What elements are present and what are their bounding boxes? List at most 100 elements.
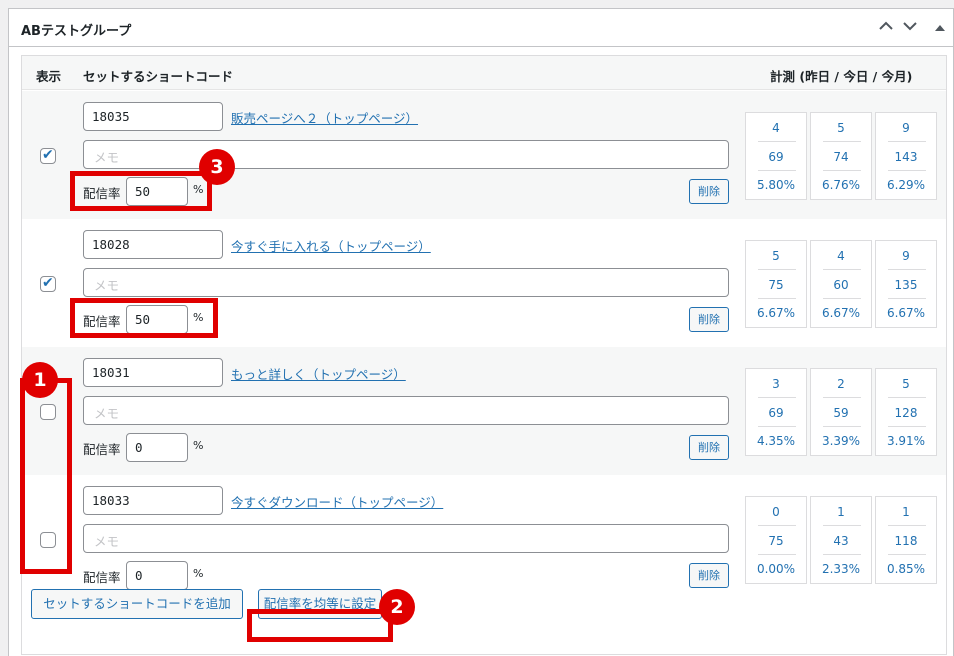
memo-input[interactable]: メモ (83, 268, 729, 297)
stat-month: 4.35% (756, 434, 796, 448)
header-show: 表示 (36, 69, 62, 84)
stat-month: 5.80% (756, 178, 796, 192)
stat-divider (888, 397, 926, 398)
delete-button[interactable]: 削除 (689, 307, 729, 332)
annotation-box-equalize (247, 609, 393, 642)
add-shortcode-button[interactable]: セットするショートコードを追加 (31, 589, 243, 619)
stat-yesterday: 4 (837, 249, 845, 263)
stat-today: 74 (833, 150, 849, 164)
shortcode-link[interactable]: 今すぐダウンロード（トップページ） (231, 492, 443, 511)
stat-divider (758, 141, 796, 142)
shortcode-input[interactable]: 18033 (83, 486, 223, 515)
stat-divider (888, 426, 926, 427)
panel-header: ABテストグループ (9, 9, 953, 47)
rate-label: 配信率 (83, 442, 121, 457)
stat-divider (758, 397, 796, 398)
show-checkbox[interactable]: ✔ (40, 275, 56, 292)
stat-box: 9 135 6.67% (875, 240, 937, 328)
stat-yesterday: 5 (902, 377, 910, 391)
stat-today: 75 (768, 278, 784, 292)
stat-yesterday: 9 (902, 249, 910, 263)
stat-today: 43 (833, 534, 849, 548)
shortcode-link[interactable]: 今すぐ手に入れる（トップページ） (231, 236, 431, 255)
stat-today: 75 (768, 534, 784, 548)
shortcode-input[interactable]: 18031 (83, 358, 223, 387)
stat-box: 3 69 4.35% (745, 368, 807, 456)
stat-yesterday: 4 (772, 121, 780, 135)
stat-divider (888, 525, 926, 526)
stat-divider (888, 269, 926, 270)
rate-input[interactable]: 0 (126, 433, 188, 462)
stat-today: 60 (833, 278, 849, 292)
stat-divider (888, 170, 926, 171)
stat-today: 69 (768, 150, 784, 164)
stat-yesterday: 1 (837, 505, 845, 519)
stat-today: 118 (894, 534, 918, 548)
memo-input[interactable]: メモ (83, 140, 729, 169)
header-shortcode: セットするショートコード (83, 69, 234, 84)
stat-month: 3.91% (886, 434, 926, 448)
annotation-box-rate-1 (70, 171, 212, 211)
stat-yesterday: 5 (837, 121, 845, 135)
stat-yesterday: 2 (837, 377, 845, 391)
stat-divider (823, 269, 861, 270)
stat-divider (823, 426, 861, 427)
stat-divider (823, 525, 861, 526)
stat-today: 135 (894, 278, 918, 292)
stat-box: 5 75 6.67% (745, 240, 807, 328)
shortcode-input[interactable]: 18035 (83, 102, 223, 131)
stat-yesterday: 9 (902, 121, 910, 135)
stat-box: 5 128 3.91% (875, 368, 937, 456)
stat-box: 2 59 3.39% (810, 368, 872, 456)
memo-input[interactable]: メモ (83, 524, 729, 553)
stat-month: 6.29% (886, 178, 926, 192)
stat-divider (823, 298, 861, 299)
show-checkbox[interactable]: ✔ (40, 147, 56, 164)
triangle-up-icon[interactable] (929, 15, 951, 39)
stat-divider (888, 141, 926, 142)
shortcode-link[interactable]: 販売ページへ２（トップページ） (231, 108, 418, 127)
chevron-down-icon[interactable] (899, 15, 921, 39)
table-header: 表示 セットするショートコード 計測 (昨日 / 今日 / 今月) (22, 56, 946, 90)
shortcode-input[interactable]: 18028 (83, 230, 223, 259)
stat-divider (758, 298, 796, 299)
stat-today: 128 (894, 406, 918, 420)
annotation-box-checkboxes (20, 378, 72, 574)
annotation-badge-1: 1 (22, 362, 58, 398)
annotation-badge-3: 3 (199, 149, 235, 185)
delete-button[interactable]: 削除 (689, 179, 729, 204)
header-stats: 計測 (昨日 / 今日 / 今月) (770, 69, 913, 84)
memo-input[interactable]: メモ (83, 396, 729, 425)
stat-divider (758, 525, 796, 526)
stat-yesterday: 5 (772, 249, 780, 263)
stat-yesterday: 0 (772, 505, 780, 519)
stat-divider (758, 269, 796, 270)
table-row: 18031 もっと詳しく（トップページ） メモ配信率 0% 削除 3 69 4.35% 2 59 3… (22, 347, 946, 475)
panel-title: ABテストグループ (21, 24, 132, 39)
stat-month: 6.76% (821, 178, 861, 192)
table-footer: セットするショートコードを追加 配信率を均等に設定 (22, 568, 946, 656)
checkmark-icon: ✔ (42, 275, 54, 291)
stat-divider (758, 554, 796, 555)
stat-divider (758, 426, 796, 427)
percent-sign: % (193, 439, 204, 452)
stat-today: 69 (768, 406, 784, 420)
checkmark-icon: ✔ (42, 147, 54, 163)
stat-yesterday: 3 (772, 377, 780, 391)
stat-divider (758, 170, 796, 171)
shortcode-link[interactable]: もっと詳しく（トップページ） (231, 364, 406, 383)
stat-month: 3.39% (821, 434, 861, 448)
chevron-up-icon[interactable] (875, 15, 897, 39)
stat-divider (823, 554, 861, 555)
stat-divider (823, 397, 861, 398)
shortcode-table: 表示 セットするショートコード 計測 (昨日 / 今日 / 今月) ✔ 18035… (21, 55, 947, 655)
stat-box: 5 74 6.76% (810, 112, 872, 200)
stat-box: 9 143 6.29% (875, 112, 937, 200)
stat-divider (888, 554, 926, 555)
stat-yesterday: 1 (902, 505, 910, 519)
stat-box: 4 69 5.80% (745, 112, 807, 200)
stat-divider (823, 141, 861, 142)
delete-button[interactable]: 削除 (689, 435, 729, 460)
stat-divider (888, 298, 926, 299)
stat-today: 143 (894, 150, 918, 164)
